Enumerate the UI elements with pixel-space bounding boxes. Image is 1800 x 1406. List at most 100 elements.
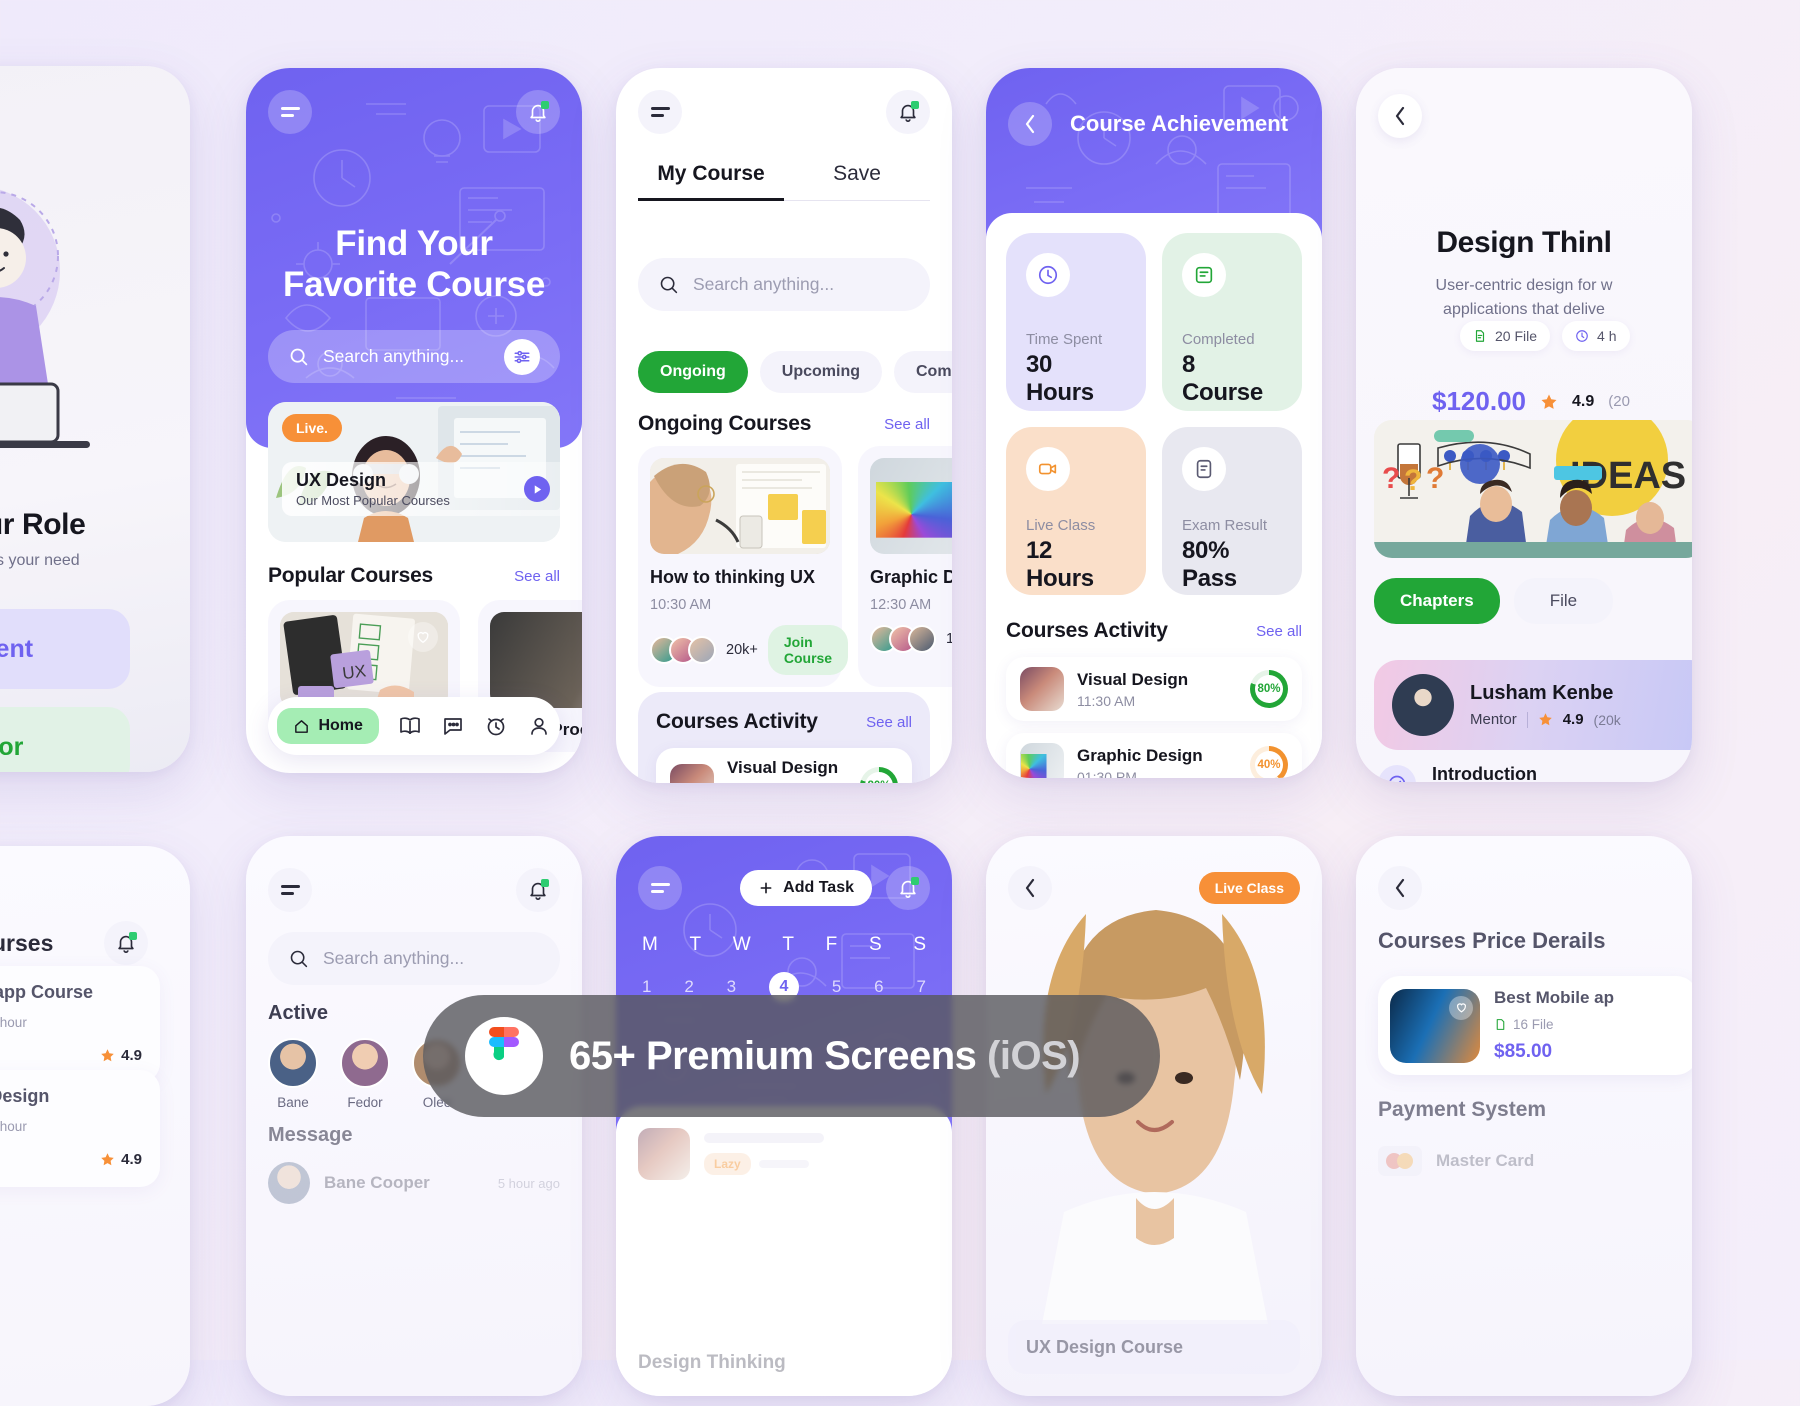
mycourse-search-bar[interactable]: Search anything...	[638, 258, 930, 311]
ongoing-course-card-2[interactable]: Graphic De 12:30 AM 16k+	[858, 446, 952, 687]
mycourse-see-all[interactable]: See all	[884, 416, 930, 433]
rating-notification-button[interactable]	[104, 921, 148, 965]
home-live-play-button[interactable]	[524, 476, 550, 502]
svg-text:?: ?	[1426, 462, 1444, 495]
day-3[interactable]: 3	[727, 977, 736, 997]
mycourse-activity-see-all[interactable]: See all	[866, 714, 912, 731]
ongoing-course-2-image	[870, 458, 952, 554]
filter-completed[interactable]: Completed	[893, 351, 952, 393]
role-option-student[interactable]: Student	[0, 609, 130, 689]
chat-search-placeholder: Search anything...	[323, 948, 465, 968]
stat-live-class: Live Class 12 Hours	[1006, 427, 1146, 595]
weekday-tue: T	[689, 934, 702, 955]
detail-mentor-card[interactable]: Lusham Kenbe Mentor 4.9 (20k	[1374, 660, 1692, 750]
chapter-row-1[interactable]: Introduction 2:00	[1374, 750, 1674, 782]
mycourse-notification-button[interactable]	[886, 90, 930, 134]
stat-completed-value: 8 Course	[1182, 351, 1263, 406]
task-row-1[interactable]: Lazy	[638, 1128, 930, 1180]
home-menu-button[interactable]	[268, 90, 312, 134]
achievement-activity-row-1[interactable]: Visual Design 11:30 AM 80%	[1006, 657, 1302, 721]
home-search-bar[interactable]: Search anything...	[268, 330, 560, 383]
ongoing-course-1-join[interactable]: Join Course	[767, 625, 849, 675]
home-filter-button[interactable]	[504, 338, 540, 375]
rating-course-row-2[interactable]: Mobile App Design 16 File 4 hour $85.00 …	[0, 1070, 160, 1187]
task-menu-button[interactable]	[638, 866, 682, 910]
activity-1-meta: Last join: 1 day ago	[727, 781, 847, 783]
role-option-mentor[interactable]: Mentor	[0, 707, 130, 772]
star-icon	[101, 1153, 114, 1166]
hamburger-icon	[280, 103, 300, 120]
home-course-1-favorite[interactable]	[408, 622, 438, 652]
task-1-title-placeholder	[704, 1133, 824, 1143]
book-icon[interactable]	[398, 714, 422, 738]
bell-icon	[897, 877, 919, 899]
mycourse-menu-button[interactable]	[638, 90, 682, 134]
stat-time-spent-label: Time Spent	[1026, 331, 1103, 348]
user-icon[interactable]	[527, 714, 551, 738]
price-course-favorite[interactable]	[1449, 995, 1473, 1020]
home-popular-see-all[interactable]: See all	[514, 568, 560, 585]
search-icon	[660, 276, 678, 294]
ongoing-course-card-1[interactable]: How to thinking UX 10:30 AM 20k+ Join Co…	[638, 446, 849, 687]
home-notification-button[interactable]	[516, 90, 560, 134]
ongoing-course-1-image	[650, 458, 830, 554]
role-subtitle: ole which suits your need	[0, 552, 80, 569]
alarm-icon[interactable]	[484, 714, 508, 738]
chapter-1-title: Introduction	[1432, 764, 1537, 782]
detail-back-button[interactable]	[1378, 94, 1422, 138]
price-back-button[interactable]	[1378, 866, 1422, 910]
detail-rating: 4.9	[1571, 392, 1595, 410]
filter-ongoing[interactable]: Ongoing	[638, 351, 748, 393]
price-payment-option[interactable]: Master Card	[1378, 1146, 1534, 1176]
rating-course-2-duration-label: 4 hour	[0, 1119, 27, 1134]
add-task-button[interactable]: Add Task	[740, 870, 872, 906]
achievement-back-button[interactable]	[1008, 102, 1052, 146]
filter-upcoming[interactable]: Upcoming	[759, 351, 882, 393]
task-1-meta-placeholder	[758, 1160, 809, 1168]
price-course-title: Best Mobile ap	[1494, 988, 1614, 1007]
ach-activity-1-progress: 80%	[1250, 670, 1288, 708]
task-notification-button[interactable]	[886, 866, 930, 910]
mycourse-activity-row-1[interactable]: Visual Design Last join: 1 day ago 80%	[656, 748, 912, 783]
day-6[interactable]: 6	[874, 977, 883, 997]
hamburger-icon	[650, 103, 670, 120]
detail-tab-chapters[interactable]: Chapters	[1374, 578, 1500, 624]
chat-search-bar[interactable]: Search anything...	[268, 932, 560, 985]
ach-activity-2-progress-label: 40%	[1257, 759, 1281, 771]
weekday-sun: S	[913, 934, 926, 955]
active-user-1[interactable]: Bane	[268, 1038, 318, 1110]
avatar	[340, 1038, 390, 1088]
day-5[interactable]: 5	[832, 977, 841, 997]
tab-my-course[interactable]: My Course	[638, 162, 784, 201]
chat-icon[interactable]	[441, 714, 465, 738]
liveclass-caption: UX Design Course	[1026, 1336, 1184, 1357]
task-1-thumb	[638, 1128, 690, 1180]
tab-save[interactable]: Save	[784, 162, 930, 201]
price-course-row[interactable]: Best Mobile ap 16 File $85.00	[1378, 976, 1692, 1075]
home-live-title: UX Design	[296, 470, 387, 490]
achievement-activity-see-all[interactable]: See all	[1256, 623, 1302, 640]
achievement-activity-row-2[interactable]: Graphic Design 01:30 PM 40%	[1006, 733, 1302, 778]
screen-select-role: ect Your Role ole which suits your need …	[0, 66, 190, 772]
search-icon	[290, 348, 308, 366]
chat-notification-button[interactable]	[516, 868, 560, 912]
home-live-card[interactable]: Live. UX Design Our Most Popular Courses	[268, 402, 560, 542]
day-2[interactable]: 2	[684, 977, 693, 997]
detail-tab-file[interactable]: File	[1513, 578, 1614, 624]
chat-message-row-1[interactable]: Bane Cooper 5 hour ago	[268, 1162, 560, 1204]
active-user-2[interactable]: Fedor	[340, 1038, 390, 1110]
screens-canvas: ect Your Role ole which suits your need …	[0, 0, 1800, 1406]
rating-course-2-rating: 4.9	[121, 1151, 142, 1168]
active-user-1-name: Bane	[277, 1095, 309, 1110]
file-icon	[1475, 330, 1485, 342]
nav-item-home[interactable]: Home	[277, 708, 379, 744]
home-search-placeholder: Search anything...	[323, 346, 465, 366]
detail-meta-duration: 4 h	[1562, 321, 1630, 351]
day-1[interactable]: 1	[642, 977, 651, 997]
day-7[interactable]: 7	[917, 977, 926, 997]
chat-menu-button[interactable]	[268, 868, 312, 912]
ongoing-course-2-avatars	[870, 625, 936, 653]
rating-course-row-1[interactable]: Best Mobile app Course 16 File 4 hour $8…	[0, 966, 160, 1083]
home-live-badge: Live.	[282, 414, 342, 442]
mentor-divider	[1526, 711, 1528, 728]
